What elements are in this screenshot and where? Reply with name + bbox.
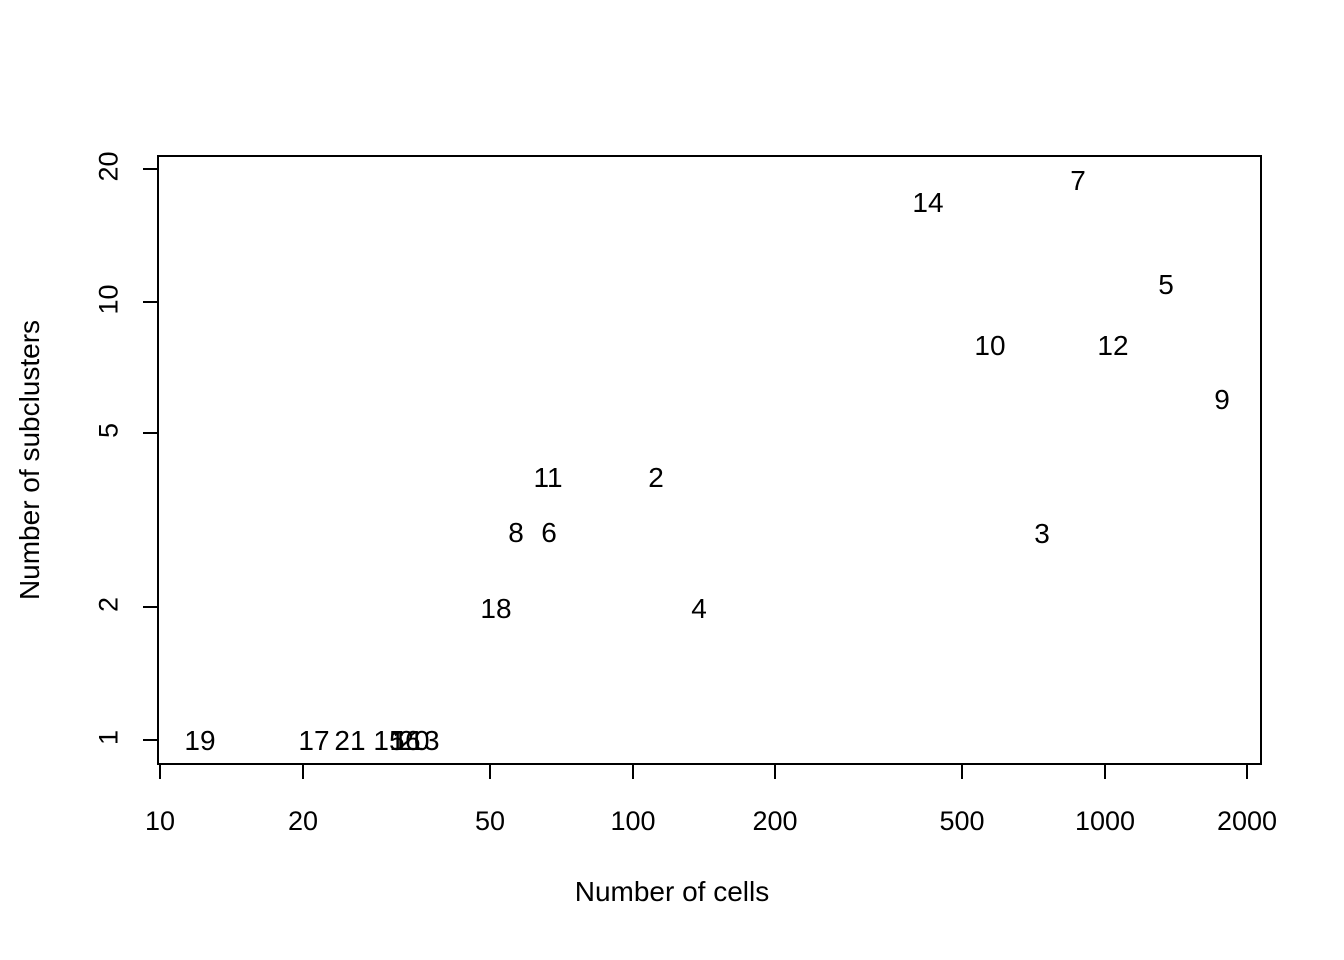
y-tick-label: 1	[92, 724, 126, 751]
x-tick-label: 1000	[1074, 806, 1136, 836]
y-tick-label-text: 5	[93, 422, 124, 439]
y-tick-label-text: 2	[93, 596, 124, 613]
x-tick-mark	[302, 765, 304, 779]
data-point-label: 11	[533, 462, 563, 493]
y-tick-label-text: 20	[93, 151, 124, 182]
x-tick-mark	[1246, 765, 1248, 779]
data-point-label: 3	[1034, 518, 1050, 549]
y-tick-label-text: 1	[93, 729, 124, 746]
y-axis-title: Number of subclusters	[14, 319, 46, 601]
data-point-label: 8	[508, 517, 524, 548]
x-tick-label: 500	[939, 806, 985, 836]
x-axis-title: Number of cells	[574, 876, 770, 907]
x-tick-label: 20	[287, 806, 319, 836]
data-point-label: 12	[1097, 330, 1129, 361]
y-tick-label: 2	[92, 591, 126, 618]
x-tick-mark	[159, 765, 161, 779]
plot-frame	[157, 155, 1262, 765]
x-tick-mark	[489, 765, 491, 779]
data-point-label: 14	[912, 187, 944, 218]
x-tick-mark	[961, 765, 963, 779]
data-point-label: 21	[334, 725, 366, 756]
y-tick-mark	[143, 432, 157, 434]
chart-canvas: 10 20 50 100 200 500 1000 2000 1 2 5 10 20 12345678…	[0, 0, 1344, 960]
data-point-label: 19	[184, 725, 216, 756]
data-point-label: 5	[1158, 269, 1174, 300]
y-axis-title-wrap: Number of subclusters	[0, 0, 60, 920]
y-tick-label: 20	[92, 151, 126, 181]
x-tick-label: 2000	[1216, 806, 1278, 836]
data-point-label: 10	[974, 330, 1006, 361]
x-tick-mark	[1104, 765, 1106, 779]
x-tick-label: 10	[144, 806, 176, 836]
data-point-label: 7	[1070, 165, 1086, 196]
x-tick-mark	[632, 765, 634, 779]
y-tick-label: 10	[92, 284, 126, 314]
data-point-label: 4	[691, 593, 707, 624]
data-point-label: 9	[1214, 384, 1230, 415]
data-point-label: 17	[298, 725, 330, 756]
x-tick-label: 50	[474, 806, 506, 836]
data-point-label: 20	[398, 725, 430, 756]
y-tick-mark	[143, 301, 157, 303]
y-tick-mark	[143, 606, 157, 608]
data-point-label: 6	[541, 517, 557, 548]
x-tick-label: 200	[752, 806, 798, 836]
y-tick-label: 5	[92, 417, 126, 444]
y-tick-mark	[143, 739, 157, 741]
y-tick-label-text: 10	[93, 284, 124, 315]
data-point-label: 2	[648, 462, 664, 493]
data-point-label: 18	[480, 593, 512, 624]
x-tick-label: 100	[610, 806, 656, 836]
y-tick-mark	[143, 168, 157, 170]
x-tick-mark	[774, 765, 776, 779]
